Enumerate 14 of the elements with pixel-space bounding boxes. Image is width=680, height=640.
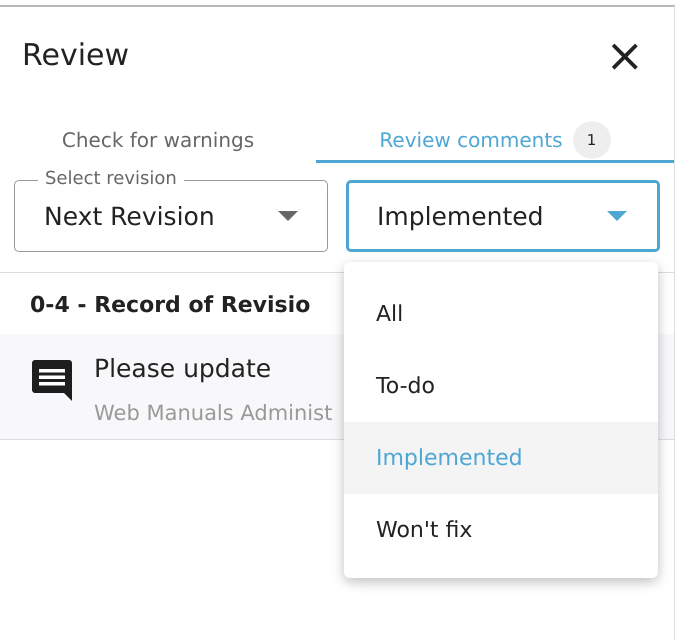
- tab[interactable]: Review comments 1: [316, 119, 674, 163]
- count-badge: 1: [572, 120, 611, 158]
- section-heading: 0-4 - Record of Revisio: [30, 293, 310, 318]
- caret-icon: [607, 211, 627, 221]
- caret-icon: [278, 211, 298, 221]
- tab[interactable]: Check for warnings: [0, 119, 316, 163]
- close-button[interactable]: ×: [605, 35, 644, 75]
- comment-text: Please update: [94, 354, 272, 383]
- menu-option[interactable]: Won't fix: [344, 494, 658, 566]
- status-select[interactable]: Implemented: [346, 180, 660, 252]
- comment-icon: [32, 360, 72, 402]
- comment-author: Web Manuals Administ: [94, 401, 332, 425]
- menu-option[interactable]: To-do: [344, 350, 658, 422]
- panel-title: Review: [22, 38, 130, 72]
